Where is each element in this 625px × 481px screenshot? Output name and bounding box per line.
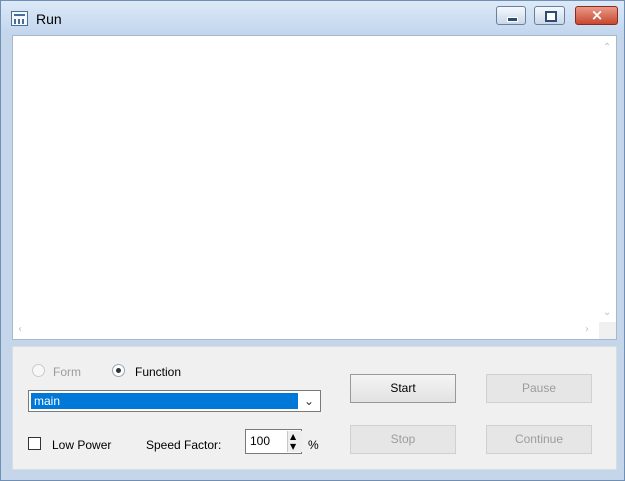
maximize-button[interactable] [534,6,565,25]
chevron-down-icon[interactable]: ⌄ [603,308,611,318]
low-power-checkbox[interactable] [28,437,41,450]
run-window: Run × ⌃ ⌄ ‹ › Form Function main ⌄ Low P… [0,0,625,481]
start-button[interactable]: Start [350,374,456,403]
minimize-icon [507,17,518,22]
speed-factor-input[interactable]: 100 ▲ ▼ [245,429,302,454]
form-radio-label: Form [53,365,81,379]
speed-factor-label: Speed Factor: [146,438,222,452]
pause-button[interactable]: Pause [486,374,592,403]
chevron-down-icon[interactable]: ⌄ [304,394,314,408]
chevron-left-icon[interactable]: ‹ [18,325,22,335]
spin-up-icon[interactable]: ▲ [290,433,296,441]
close-button[interactable]: × [575,6,618,25]
output-textarea[interactable]: ⌃ ⌄ ‹ › [12,35,617,340]
speed-factor-value: 100 [250,434,271,448]
function-select[interactable]: main ⌄ [28,390,321,412]
function-select-value: main [31,393,298,409]
form-radio[interactable] [32,364,45,377]
close-icon: × [590,6,604,24]
continue-button[interactable]: Continue [486,425,592,454]
horizontal-scrollbar[interactable]: ‹ › [13,322,599,339]
spin-down-icon[interactable]: ▼ [290,443,296,451]
low-power-label: Low Power [52,438,112,452]
stop-button[interactable]: Stop [350,425,456,454]
run-window-icon [11,11,28,26]
title-bar[interactable]: Run × [1,1,624,34]
speed-factor-spinner[interactable]: ▲ ▼ [287,431,302,452]
maximize-icon [545,11,557,22]
chevron-right-icon[interactable]: › [585,325,589,335]
scrollbar-corner [599,322,616,339]
function-radio-label: Function [135,365,182,379]
vertical-scrollbar[interactable]: ⌃ ⌄ [599,36,616,324]
function-radio[interactable] [112,364,125,377]
percent-label: % [308,438,319,452]
chevron-up-icon[interactable]: ⌃ [603,43,611,53]
minimize-button[interactable] [496,6,526,25]
window-title: Run [36,11,62,27]
